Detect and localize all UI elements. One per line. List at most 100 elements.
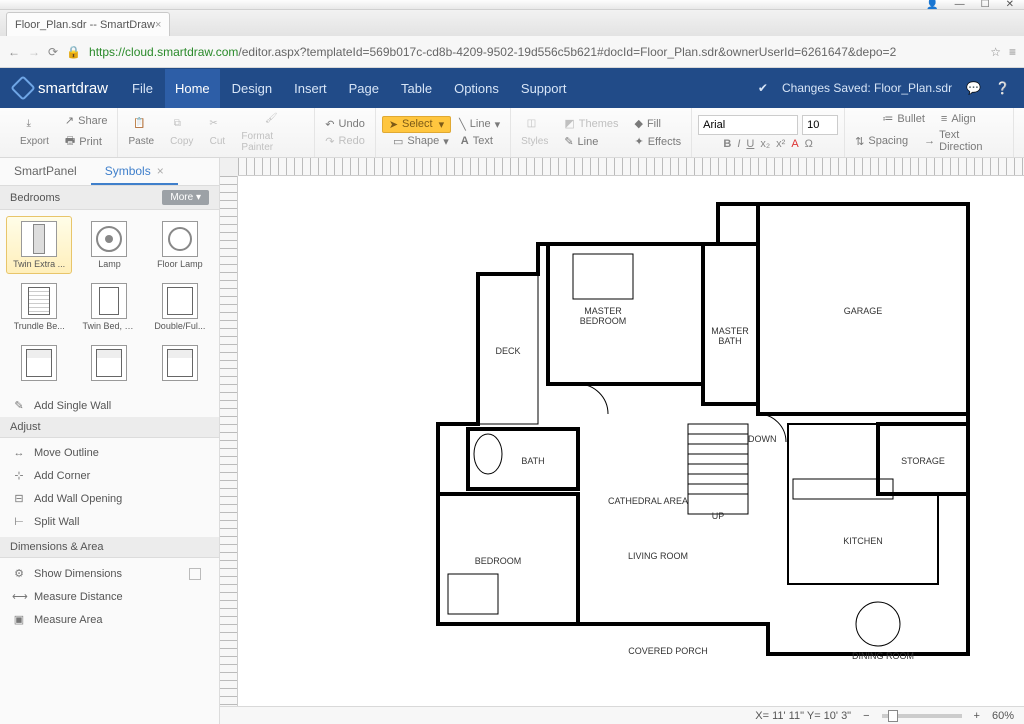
symbol-floor-lamp[interactable]: Floor Lamp (147, 216, 213, 274)
svg-text:DOWN: DOWN (748, 434, 777, 444)
themes-button[interactable]: ◩Themes (560, 115, 622, 132)
measure-distance[interactable]: ⟷Measure Distance (0, 585, 219, 608)
font-size-select[interactable] (802, 115, 838, 135)
redo-button[interactable]: ↷Redo (321, 133, 369, 150)
vertical-ruler (220, 176, 238, 706)
text-tool[interactable]: AText (457, 133, 497, 149)
add-corner[interactable]: ⊹Add Corner (0, 464, 219, 487)
underline-button[interactable]: U (746, 138, 754, 150)
checkbox[interactable] (189, 568, 201, 580)
account-icon[interactable]: 👤 (926, 0, 938, 10)
browser-tabbar: Floor_Plan.sdr -- SmartDraw × (0, 10, 1024, 36)
italic-button[interactable]: I (737, 138, 740, 150)
floorplan-drawing[interactable]: MASTERBEDROOM MASTERBATH DECK GARAGE BAT… (318, 184, 978, 684)
logo-icon (10, 75, 35, 100)
workspace: SmartPanel Symbols× Bedrooms More ▾ Twin… (0, 158, 1024, 724)
bullet-button[interactable]: ≔Bullet (878, 110, 929, 127)
copy-button[interactable]: ⧉Copy (166, 116, 197, 149)
symbol-twin-extra[interactable]: Twin Extra ... (6, 216, 72, 274)
svg-text:MASTERBATH: MASTERBATH (711, 326, 749, 346)
bold-button[interactable]: B (723, 138, 731, 150)
horizontal-ruler (238, 158, 1024, 176)
ribbon-toolbar: ⤓Export ↗Share 🖶Print 📋Paste ⧉Copy ✂Cut … (0, 108, 1024, 158)
symbol-twin-bed[interactable]: Twin Bed, S... (76, 278, 142, 336)
canvas[interactable]: MASTERBEDROOM MASTERBATH DECK GARAGE BAT… (238, 176, 1024, 706)
menu-insert[interactable]: Insert (292, 75, 329, 102)
select-tool[interactable]: ➤Select▾ (382, 116, 451, 133)
symbol-double-bed[interactable]: Double/Ful... (147, 278, 213, 336)
split-wall[interactable]: ⊢Split Wall (0, 510, 219, 533)
superscript-button[interactable]: x² (776, 138, 785, 150)
cut-button[interactable]: ✂Cut (205, 116, 229, 149)
show-dimensions[interactable]: ⚙Show Dimensions (0, 562, 219, 585)
font-color-button[interactable]: A (791, 138, 798, 150)
spacing-button[interactable]: ⇅Spacing (851, 127, 912, 155)
symbol-trundle-bed[interactable]: Trundle Be... (6, 278, 72, 336)
add-wall-opening[interactable]: ⊟Add Wall Opening (0, 487, 219, 510)
bookmark-icon[interactable]: ☆ (990, 45, 1001, 59)
logo[interactable]: smartdraw (14, 79, 108, 97)
nav-forward-icon[interactable]: → (28, 45, 40, 59)
zoom-in-icon[interactable]: + (974, 710, 980, 722)
opening-icon: ⊟ (12, 492, 26, 505)
url-field[interactable]: https://cloud.smartdraw.com/editor.aspx?… (89, 45, 982, 59)
menu-home[interactable]: Home (165, 69, 220, 108)
zoom-slider[interactable] (882, 714, 962, 718)
symbol-item[interactable] (76, 340, 142, 388)
align-button[interactable]: ≡Align (937, 110, 980, 127)
line-style-button[interactable]: ✎Line (560, 133, 622, 150)
tab-close-icon[interactable]: × (157, 164, 164, 178)
export-button[interactable]: ⤓Export (16, 116, 53, 149)
paste-button[interactable]: 📋Paste (124, 116, 158, 149)
symbol-lamp[interactable]: Lamp (76, 216, 142, 274)
subscript-button[interactable]: x₂ (760, 138, 770, 150)
tab-smartpanel[interactable]: SmartPanel (0, 158, 91, 185)
menu-table[interactable]: Table (399, 75, 434, 102)
measure-area[interactable]: ▣Measure Area (0, 608, 219, 631)
help-icon[interactable]: ❔ (995, 81, 1010, 95)
window-titlebar: 👤 — ☐ ✕ (0, 0, 1024, 10)
menu-icon[interactable]: ≡ (1009, 45, 1016, 59)
menu-support[interactable]: Support (519, 75, 569, 102)
svg-text:DECK: DECK (495, 346, 520, 356)
menu-options[interactable]: Options (452, 75, 501, 102)
browser-addressbar: ← → ⟳ 🔒 https://cloud.smartdraw.com/edit… (0, 36, 1024, 68)
zoom-out-icon[interactable]: − (863, 710, 869, 722)
text-direction-button[interactable]: →Text Direction (920, 127, 1007, 155)
svg-text:KITCHEN: KITCHEN (843, 536, 883, 546)
styles-button[interactable]: ◫Styles (517, 116, 552, 149)
svg-text:BEDROOM: BEDROOM (475, 556, 522, 566)
symbol-item[interactable] (147, 340, 213, 388)
minimize-icon[interactable]: — (955, 0, 965, 10)
ruler-icon: ⟷ (12, 590, 26, 603)
symbol-item[interactable] (6, 340, 72, 388)
share-button[interactable]: ↗Share (61, 112, 112, 129)
svg-text:STORAGE: STORAGE (901, 456, 945, 466)
move-outline[interactable]: ↔Move Outline (0, 442, 219, 464)
menu-page[interactable]: Page (347, 75, 381, 102)
shape-tool[interactable]: ▭Shape▾ (389, 133, 453, 150)
maximize-icon[interactable]: ☐ (981, 0, 990, 10)
format-painter-button[interactable]: 🖌Format Painter (237, 111, 308, 155)
more-button[interactable]: More ▾ (162, 190, 209, 205)
font-select[interactable] (698, 115, 798, 135)
nav-reload-icon[interactable]: ⟳ (48, 45, 58, 59)
chat-icon[interactable]: 💬 (966, 81, 981, 95)
zoom-value: 60% (992, 710, 1014, 722)
print-button[interactable]: 🖶Print (61, 130, 112, 153)
section-dimensions: Dimensions & Area (0, 537, 219, 558)
menu-design[interactable]: Design (230, 75, 274, 102)
effects-button[interactable]: ✦Effects (630, 133, 685, 150)
browser-tab[interactable]: Floor_Plan.sdr -- SmartDraw × (6, 12, 170, 36)
symbol-button[interactable]: Ω (805, 138, 813, 150)
close-icon[interactable]: ✕ (1006, 0, 1014, 10)
undo-button[interactable]: ↶Undo (321, 116, 369, 133)
menu-file[interactable]: File (130, 75, 155, 102)
fill-button[interactable]: ◆Fill (630, 115, 685, 132)
svg-text:COVERED PORCH: COVERED PORCH (628, 646, 708, 656)
tab-close-icon[interactable]: × (155, 19, 161, 31)
nav-back-icon[interactable]: ← (8, 45, 20, 59)
line-tool[interactable]: ╲Line▾ (455, 116, 504, 133)
tab-symbols[interactable]: Symbols× (91, 158, 178, 185)
add-single-wall[interactable]: ✎Add Single Wall (0, 394, 219, 417)
